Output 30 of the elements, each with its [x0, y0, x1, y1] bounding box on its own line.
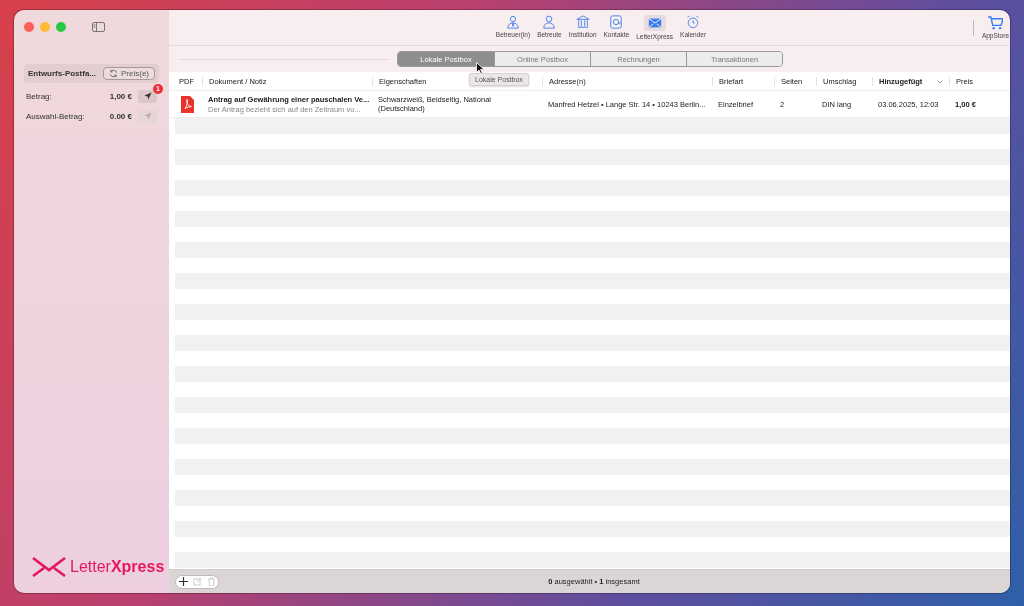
- mailbox-selector[interactable]: Entwurfs-Postfa... Preis(e): [24, 64, 159, 83]
- person-icon: [505, 15, 520, 29]
- send-icon: [143, 92, 152, 100]
- logo-text: LetterXpress: [70, 558, 165, 576]
- close-button[interactable]: [24, 22, 34, 32]
- add-button[interactable]: [176, 575, 190, 588]
- amount-label: Auswahl-Betrag:: [26, 111, 86, 121]
- person-icon: [542, 15, 557, 29]
- cart-icon: [987, 16, 1003, 30]
- pdf-file-icon: [181, 95, 194, 113]
- trash-icon: [206, 577, 216, 586]
- chevron-down-icon: [937, 79, 943, 84]
- logo-icon: [32, 557, 66, 577]
- minimize-button[interactable]: [40, 22, 50, 32]
- zoom-button[interactable]: [56, 22, 66, 32]
- amount-value: 0.00 €: [109, 111, 132, 121]
- refresh-icon: [109, 69, 118, 78]
- refresh-prices-button[interactable]: Preis(e): [103, 67, 155, 80]
- plus-icon: [178, 577, 188, 586]
- edit-icon: [192, 577, 202, 586]
- envelope-icon: [643, 15, 666, 31]
- sidebar-toggle-icon[interactable]: [92, 22, 105, 32]
- send-button[interactable]: [138, 89, 157, 103]
- amount-label: Betrag:: [26, 91, 53, 101]
- building-icon: [575, 15, 590, 29]
- amount-value: 1,00 €: [109, 91, 132, 101]
- mailbox-label: Entwurfs-Postfa...: [28, 69, 96, 78]
- alarm-clock-icon: [686, 15, 701, 29]
- send-icon: [143, 112, 152, 120]
- contact-book-icon: [609, 15, 624, 29]
